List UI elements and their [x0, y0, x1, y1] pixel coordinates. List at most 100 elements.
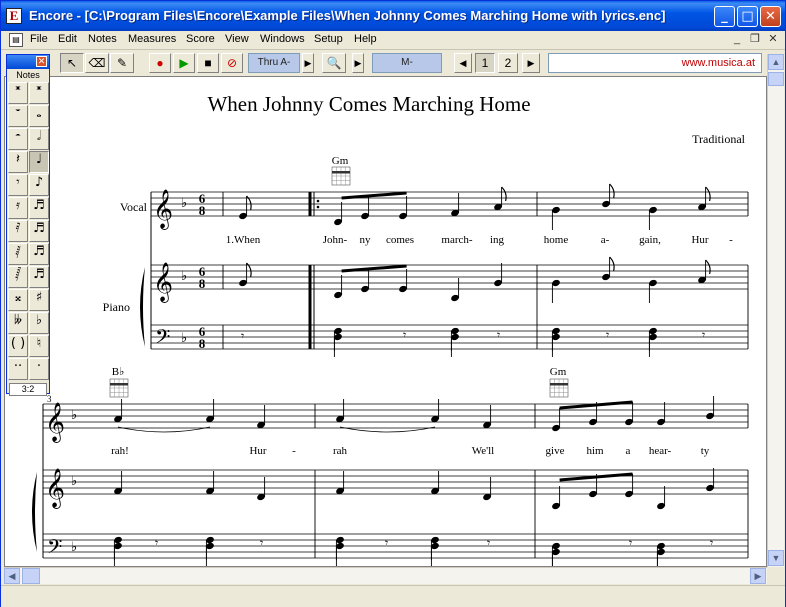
lyric-syllable: him — [586, 445, 604, 457]
bass-clef-icon: 𝄢 — [155, 327, 170, 353]
chord-diagram-barre — [550, 383, 568, 386]
eighth-rest-icon: 𝄾 — [629, 536, 632, 550]
score-notation[interactable]: When Johnny Comes Marching Home Traditio… — [5, 77, 767, 567]
lyric-syllable: comes — [386, 234, 414, 246]
menu-view[interactable]: View — [225, 33, 249, 45]
vertical-scroll-thumb[interactable] — [768, 72, 784, 86]
zoom-button[interactable]: 🔍 — [322, 53, 346, 73]
palette-cell[interactable]: ♬ — [29, 197, 49, 219]
close-button[interactable]: ✕ — [760, 6, 781, 27]
lyric-syllable: - — [729, 234, 733, 246]
key-flat-icon: ♭ — [71, 473, 77, 488]
lyric-syllable: rah! — [111, 445, 129, 457]
maximize-button[interactable]: □ — [737, 6, 758, 27]
palette-cell[interactable]: 𝄫 — [8, 312, 28, 334]
menu-edit[interactable]: Edit — [58, 33, 77, 45]
horizontal-scroll-thumb[interactable] — [22, 568, 40, 584]
menu-help[interactable]: Help — [354, 33, 377, 45]
palette-cell[interactable]: ♬ — [29, 266, 49, 288]
palette-cell[interactable]: ·· — [8, 358, 28, 380]
eighth-rest-icon: 𝄾 — [385, 536, 388, 550]
palette-cell[interactable]: 𝅂 — [8, 266, 28, 288]
menu-score[interactable]: Score — [186, 33, 215, 45]
palette-cell[interactable]: 𝄪 — [8, 289, 28, 311]
palette-cell[interactable]: 𝄼 — [8, 128, 28, 150]
menu-file[interactable]: File — [30, 33, 48, 45]
palette-cell[interactable]: 𝄺 — [8, 82, 28, 104]
encore-app-icon[interactable]: E — [6, 8, 22, 24]
lyric-syllable: ty — [701, 445, 710, 457]
palette-cell[interactable]: ( ) — [8, 335, 28, 357]
palette-cell[interactable]: 𝅝 — [29, 105, 49, 127]
prev-page-button[interactable]: ◀ — [454, 53, 472, 73]
notes-palette[interactable]: ✕ Notes 𝄺 𝄺 𝄻 𝅝 𝄼 𝅗𝅥 𝄽 ♩ 𝄾 ♪ 𝄿 ♬ 𝅀 ♬ 𝅁 ♬ 𝅂 ♬ 𝄪 ♯ 𝄫 ♭( ) ♮ ·· · 3… — [6, 54, 50, 396]
palette-close-icon[interactable]: ✕ — [36, 56, 47, 67]
stop-button[interactable]: ■ — [197, 53, 219, 73]
palette-cell[interactable]: ♬ — [29, 243, 49, 265]
palette-cell[interactable]: 𝅁 — [8, 243, 28, 265]
scroll-up-icon[interactable]: ▲ — [768, 54, 784, 70]
palette-cell[interactable]: 𝄻 — [8, 105, 28, 127]
scroll-left-icon[interactable]: ◀ — [4, 568, 20, 584]
measure-dropdown[interactable]: ▶ — [352, 53, 364, 73]
page-1-button[interactable]: 1 — [475, 53, 495, 73]
minimize-button[interactable]: _ — [714, 6, 735, 27]
lyric-syllable: John- — [323, 234, 348, 246]
palette-cell[interactable]: 𝄿 — [8, 197, 28, 219]
mdi-minimize-icon[interactable]: _ — [730, 33, 744, 47]
select-tool-button[interactable]: ↖ — [60, 53, 84, 73]
measure-field[interactable]: M- — [372, 53, 442, 73]
vertical-scrollbar[interactable]: ▲ ▼ — [767, 54, 784, 567]
triangle-right-icon: ▶ — [527, 58, 535, 68]
palette-cell[interactable]: ♯ — [29, 289, 49, 311]
palette-title-bar[interactable]: ✕ — [7, 55, 49, 69]
chord-diagram-barre — [110, 383, 128, 386]
scroll-down-icon[interactable]: ▼ — [768, 550, 784, 566]
score-canvas[interactable]: When Johnny Comes Marching Home Traditio… — [4, 76, 767, 567]
title-bar[interactable]: E Encore - [C:\Program Files\Encore\Exam… — [1, 1, 785, 31]
play-button[interactable]: ▶ — [173, 53, 195, 73]
menu-windows[interactable]: Windows — [260, 33, 305, 45]
lyric-syllable: rah — [333, 445, 348, 457]
lyric-syllable: home — [544, 234, 569, 246]
horizontal-scrollbar[interactable]: ◀ ▶ — [4, 567, 767, 584]
window-title: Encore - [C:\Program Files\Encore\Exampl… — [29, 8, 666, 23]
mdi-restore-icon[interactable]: ❐ — [748, 33, 762, 47]
key-flat-icon: ♭ — [181, 195, 187, 210]
pencil-tool-button[interactable]: ✎ — [110, 53, 134, 73]
palette-cell[interactable]: · — [29, 358, 49, 380]
menu-notes[interactable]: Notes — [88, 33, 117, 45]
mute-button[interactable]: ⊘ — [221, 53, 243, 73]
palette-cell[interactable]: ♮ — [29, 335, 49, 357]
record-button[interactable]: ● — [149, 53, 171, 73]
thru-field[interactable]: Thru A- — [248, 53, 300, 73]
menu-measures[interactable]: Measures — [128, 33, 176, 45]
lyric-syllable: 1.When — [226, 234, 261, 246]
palette-cell[interactable]: ♪ — [29, 174, 49, 196]
note-flag — [705, 259, 711, 275]
palette-cell[interactable]: 𝅗𝅥 — [29, 128, 49, 150]
tuplet-ratio[interactable]: 3:2 — [9, 383, 47, 396]
note-flag — [705, 186, 711, 202]
scroll-right-icon[interactable]: ▶ — [750, 568, 766, 584]
palette-cell[interactable]: 𝄺 — [29, 82, 49, 104]
next-page-button[interactable]: ▶ — [522, 53, 540, 73]
eraser-tool-button[interactable]: ⌫ — [85, 53, 109, 73]
eraser-icon: ⌫ — [88, 56, 106, 70]
thru-dropdown[interactable]: ▶ — [302, 53, 314, 73]
time-signature-bottom: 8 — [199, 276, 206, 291]
palette-cell[interactable]: 𝄾 — [8, 174, 28, 196]
palette-cell[interactable]: ♩ — [29, 151, 49, 173]
palette-cell[interactable]: 𝅀 — [8, 220, 28, 242]
treble-clef-icon: 𝄞 — [45, 403, 65, 443]
palette-cell[interactable]: ♭ — [29, 312, 49, 334]
mdi-close-icon[interactable]: ✕ — [766, 33, 780, 47]
measure-number: 3 — [47, 394, 52, 404]
palette-cell[interactable]: 𝄽 — [8, 151, 28, 173]
treble-clef-icon: 𝄞 — [153, 190, 173, 230]
maximize-icon: □ — [741, 9, 754, 24]
page-2-button[interactable]: 2 — [498, 53, 518, 73]
palette-cell[interactable]: ♬ — [29, 220, 49, 242]
document-icon[interactable]: ▤ — [9, 33, 23, 47]
menu-setup[interactable]: Setup — [314, 33, 343, 45]
